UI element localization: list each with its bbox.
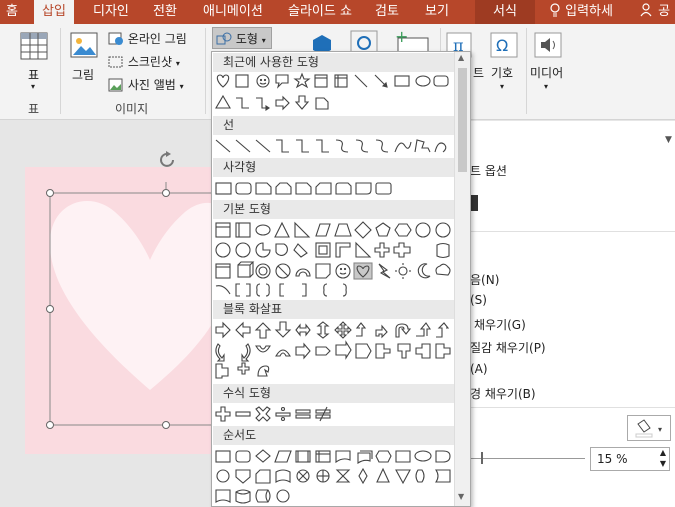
table-button-label[interactable]: 표 — [28, 66, 39, 83]
screenshot-button[interactable]: 스크린샷 ▾ — [108, 53, 180, 70]
scrollbar[interactable]: ▲ ▼ — [454, 52, 470, 506]
transparency-slider-track[interactable] — [470, 458, 585, 459]
tab-animations[interactable]: 애니메이션 — [203, 0, 263, 24]
section-rectangles: 사각형 — [213, 158, 454, 177]
heart-shape-selection[interactable] — [30, 150, 220, 450]
group-separator — [205, 28, 206, 114]
share-label: 공 — [658, 4, 671, 19]
tab-format[interactable]: 서식 — [475, 0, 535, 24]
section-basic-shapes: 기본 도형 — [213, 200, 454, 219]
section-equation-shapes: 수식 도형 — [213, 384, 454, 403]
svg-text:+: + — [395, 30, 408, 46]
transparency-input[interactable]: 15 % ▲ ▼ — [590, 447, 670, 471]
divider — [470, 407, 675, 408]
photo-album-button[interactable]: 사진 앨범 ▾ — [108, 76, 184, 93]
symbol-icon[interactable]: Ω — [490, 32, 518, 58]
share-button[interactable]: 공 — [640, 0, 670, 24]
transparency-value: 15 % — [597, 452, 628, 466]
pane-collapse-icon[interactable]: ▼ — [665, 135, 672, 145]
table-icon[interactable] — [20, 32, 48, 60]
flowchart-grid[interactable] — [212, 446, 454, 506]
rotate-handle-icon[interactable] — [157, 150, 179, 172]
picture-button-label[interactable]: 그림 — [72, 66, 94, 83]
rectangles-grid[interactable] — [212, 178, 454, 200]
equation-shapes-grid[interactable] — [212, 404, 454, 424]
picture-icon[interactable] — [70, 30, 100, 60]
tab-slideshow[interactable]: 슬라이드 쇼 — [288, 0, 352, 24]
screenshot-label: 스크린샷 — [127, 55, 172, 69]
fill-option-gradient[interactable]: 채우기(G) — [474, 316, 526, 333]
spin-up-icon[interactable]: ▲ — [660, 448, 666, 457]
images-group-label: 이미지 — [115, 102, 149, 116]
partial-ribbon-label: 트 — [473, 66, 485, 80]
chevron-down-icon: ▾ — [261, 36, 266, 45]
online-picture-label: 온라인 그림 — [127, 32, 187, 46]
scroll-up-icon[interactable]: ▲ — [458, 53, 464, 62]
resize-handle[interactable] — [162, 189, 170, 197]
resize-handle[interactable] — [46, 189, 54, 197]
shapes-button-label: 도형 — [235, 32, 258, 46]
transparency-slider-thumb[interactable] — [481, 452, 483, 464]
scrollbar-thumb[interactable] — [458, 68, 467, 172]
fill-icon[interactable] — [470, 195, 478, 211]
shapes-icon — [216, 32, 232, 45]
tab-insert[interactable]: 삽입 — [34, 0, 74, 24]
block-arrows-grid[interactable] — [212, 320, 454, 382]
group-separator — [526, 28, 527, 114]
photo-album-icon — [108, 78, 123, 92]
fill-option-background[interactable]: 경 채우기(B) — [470, 385, 536, 402]
section-block-arrows: 블록 화살표 — [213, 300, 454, 319]
tell-me-text: 입력하세 — [565, 4, 613, 19]
chevron-down-icon: ▾ — [31, 82, 36, 91]
section-lines: 선 — [213, 116, 454, 135]
section-recent-shapes: 최근에 사용한 도형 — [213, 53, 454, 72]
text-options-tab[interactable]: 트 옵션 — [470, 162, 507, 179]
screenshot-icon — [108, 56, 123, 68]
table-group-label: 표 — [28, 102, 40, 116]
lightbulb-icon — [550, 3, 560, 17]
fill-option-none[interactable]: 음(N) — [470, 271, 499, 288]
basic-shapes-grid[interactable] — [212, 220, 454, 300]
fill-option-picture[interactable]: 질감 채우기(P) — [470, 339, 546, 356]
group-separator — [60, 28, 61, 114]
shapes-gallery-dropdown: ▲ ▼ 최근에 사용한 도형 선 사각형 기본 도형 블록 화살표 수식 도형 … — [211, 51, 471, 507]
svg-text:Ω: Ω — [496, 36, 508, 55]
chevron-down-icon: ▾ — [544, 82, 549, 91]
online-picture-button[interactable]: 온라인 그림 — [108, 30, 187, 47]
tell-me-box[interactable]: 입력하세 — [549, 0, 613, 24]
tab-design[interactable]: 디자인 — [93, 0, 129, 24]
tab-transitions[interactable]: 전환 — [153, 0, 177, 24]
symbol-label[interactable]: 기호 — [491, 64, 513, 81]
tab-view[interactable]: 보기 — [425, 0, 449, 24]
paint-bucket-icon: ▾ — [635, 419, 662, 438]
globe-picture-icon — [108, 32, 123, 45]
scroll-down-icon[interactable]: ▼ — [458, 492, 464, 501]
chevron-down-icon: ▾ — [500, 82, 505, 91]
ribbon-tab-bar: 홈 삽입 디자인 전환 애니메이션 슬라이드 쇼 검토 보기 서식 입력하세 공 — [0, 0, 675, 24]
tab-home[interactable]: 홈 — [6, 0, 18, 24]
lines-grid[interactable] — [212, 136, 454, 158]
photo-album-label: 사진 앨범 — [127, 78, 176, 92]
svg-text:▾: ▾ — [658, 425, 662, 434]
section-flowchart: 순서도 — [213, 426, 454, 445]
fill-option-pattern[interactable]: (A) — [470, 362, 488, 376]
spin-down-icon[interactable]: ▼ — [660, 459, 666, 468]
tab-review[interactable]: 검토 — [375, 0, 399, 24]
chevron-down-icon: ▾ — [179, 82, 184, 91]
fill-option-solid[interactable]: (S) — [470, 293, 487, 307]
fill-color-picker[interactable]: ▾ — [627, 415, 671, 441]
chevron-down-icon: ▾ — [175, 59, 180, 68]
shapes-button[interactable]: 도형 ▾ — [212, 27, 272, 49]
resize-handle[interactable] — [46, 421, 54, 429]
speaker-icon[interactable] — [534, 32, 562, 58]
media-label[interactable]: 미디어 — [530, 64, 563, 81]
resize-handle[interactable] — [162, 421, 170, 429]
resize-handle[interactable] — [46, 305, 54, 313]
person-icon — [640, 3, 652, 17]
divider — [470, 231, 675, 232]
recent-shapes-grid[interactable] — [212, 72, 454, 116]
